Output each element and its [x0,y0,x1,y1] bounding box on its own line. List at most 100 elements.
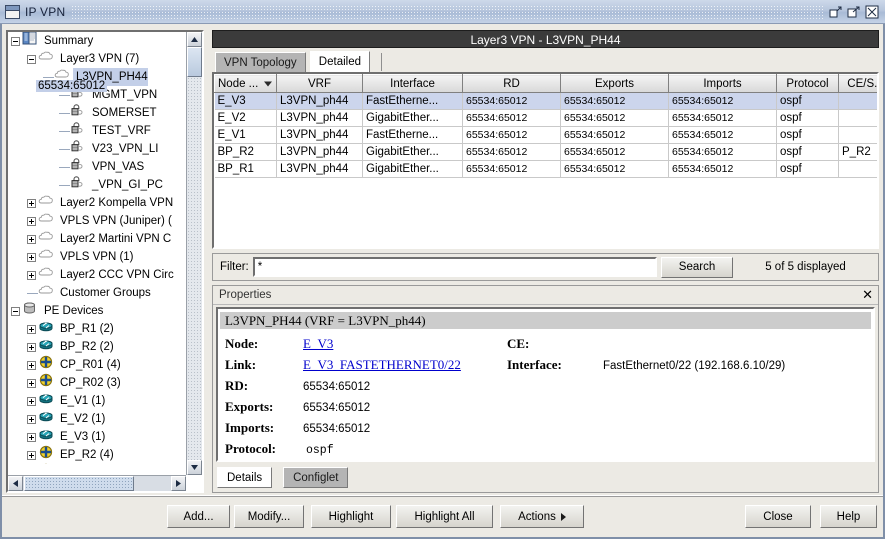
close-button[interactable]: Close [745,505,811,528]
tree-item[interactable]: BP_R2 (2) [8,338,186,356]
tree-expand-icon[interactable] [27,397,36,406]
tree-expand-icon[interactable] [27,379,36,388]
window-controls [829,5,879,19]
tree-item-label: CP_R01 (4) [57,356,121,374]
tree-expand-icon[interactable] [27,343,36,352]
table-cell: 65534:65012 [561,144,669,161]
tree-expand-icon[interactable] [27,415,36,424]
button-label: Highlight [329,511,374,523]
tab-detailed[interactable]: Detailed [310,51,370,72]
tree-scroll-down-button[interactable] [187,460,202,475]
actions-button[interactable]: Actions [500,505,584,528]
tree-vertical-scrollbar[interactable] [186,32,202,475]
column-header[interactable]: Imports [669,75,777,93]
add-button[interactable]: Add... [167,505,230,528]
tree-hscroll-thumb[interactable] [24,476,134,491]
restore-button[interactable] [829,5,843,19]
detail-panel: Layer3 VPN - L3VPN_PH44 VPN TopologyDeta… [212,30,879,493]
close-icon[interactable] [865,5,879,19]
tree-scroll-up-button[interactable] [187,32,202,47]
tree-item[interactable]: E_V3 (1) [8,428,186,446]
table-row[interactable]: BP_R1L3VPN_ph44GigabitEther...65534:6501… [215,161,880,178]
tree-item[interactable]: E_V2 (1) [8,410,186,428]
column-header[interactable]: VRF [277,75,363,93]
router-icon [38,409,54,429]
tree-expand-icon[interactable] [27,199,36,208]
tree-expand-icon[interactable] [27,325,36,334]
tree-item[interactable]: Layer2 Martini VPN C [8,230,186,248]
tree-item[interactable]: TEST_VRF [8,122,186,140]
table-row[interactable]: E_V2L3VPN_ph44GigabitEther...65534:65012… [215,110,880,127]
table-cell: FastEtherne... [363,127,463,144]
tree-scroll-track[interactable] [187,47,202,460]
tab-vpn-topology[interactable]: VPN Topology [215,52,306,72]
search-button[interactable]: Search [661,257,733,278]
properties-tab-details[interactable]: Details [217,467,272,488]
tree-expand-icon[interactable] [27,253,36,262]
tree-item[interactable]: Layer2 CCC VPN Circ [8,266,186,284]
tree-horizontal-scrollbar[interactable] [8,475,186,491]
tree-item[interactable]: SOMERSET [8,104,186,122]
vpn-table-body[interactable]: E_V3L3VPN_ph44FastEtherne...65534:650126… [215,93,880,178]
properties-close-icon[interactable]: ✕ [862,287,873,303]
column-header[interactable]: Protocol [777,75,839,93]
column-header[interactable]: Node ... [215,75,277,93]
tree-item[interactable]: Layer3 VPN (7) [8,50,186,68]
column-header-label: CE/S... [847,78,879,90]
tree-collapse-icon[interactable] [11,37,20,46]
tree-expand-icon[interactable] [27,451,36,460]
filter-input[interactable] [253,257,657,277]
column-header[interactable]: Exports [561,75,669,93]
tree-collapse-icon[interactable] [27,55,36,64]
tree-scroll-thumb[interactable] [187,47,202,77]
tree-item[interactable]: CP_R02 (3) [8,374,186,392]
highlight-button[interactable]: Highlight [311,505,391,528]
column-header[interactable]: CE/S... [839,75,880,93]
tree-expand-icon[interactable] [27,217,36,226]
help-button[interactable]: Help [820,505,877,528]
tree-item[interactable]: CP_R01 (4) [8,356,186,374]
node-value-link[interactable]: E_V3 [303,333,333,354]
table-cell: 65534:65012 [463,110,561,127]
tree-item[interactable]: VPN_VAS [8,158,186,176]
table-cell: BP_R2 [215,144,277,161]
ip-vpn-window: IP VPN [0,0,885,539]
tree-expand-icon[interactable] [27,235,36,244]
modify-button[interactable]: Modify... [234,505,304,528]
node-label: Node: [225,333,303,354]
tree-item[interactable]: Customer Groups [8,284,186,302]
highlight-all-button[interactable]: Highlight All [396,505,493,528]
column-header[interactable]: Interface [363,75,463,93]
table-row[interactable]: E_V1L3VPN_ph44FastEtherne...65534:650126… [215,127,880,144]
sort-descending-icon [264,81,272,86]
tree-connector [59,158,70,176]
properties-tab-configlet[interactable]: Configlet [283,467,348,488]
vpn-table[interactable]: Node ...VRFInterfaceRDExportsImportsProt… [214,74,879,178]
tree-item[interactable]: VPLS VPN (1) [8,248,186,266]
navigation-tree[interactable]: SummaryLayer3 VPN (7)L3VPN_PH44MGMT_VPNS… [8,32,186,464]
tree-expand-icon[interactable] [27,361,36,370]
tree-scroll-right-button[interactable] [171,476,186,491]
tree-item[interactable]: BP_R1 (2) [8,320,186,338]
tree-item[interactable]: Layer2 Kompella VPN [8,194,186,212]
cloud-icon [38,265,54,285]
tree-connector [59,140,70,158]
cloud-icon [38,229,54,249]
tree-item[interactable]: PE Devices [8,302,186,320]
tree-expand-icon[interactable] [27,433,36,442]
tree-item[interactable]: _VPN_GI_PC [8,176,186,194]
tree-item[interactable]: E_V1 (1) [8,392,186,410]
maximize-button[interactable] [847,5,861,19]
tree-item[interactable]: VPLS VPN (Juniper) ( [8,212,186,230]
tree-item[interactable]: V23_VPN_LI [8,140,186,158]
table-row[interactable]: E_V3L3VPN_ph44FastEtherne...65534:650126… [215,93,880,110]
link-value-link[interactable]: E_V3_FASTETHERNET0/22 [303,354,461,375]
column-header[interactable]: RD [463,75,561,93]
tree-scroll-left-button[interactable] [8,476,23,491]
tree-expand-icon[interactable] [27,271,36,280]
table-row[interactable]: BP_R2L3VPN_ph44GigabitEther...65534:6501… [215,144,880,161]
tree-item[interactable]: EP_R2 (4) [8,446,186,464]
properties-header: Properties ✕ [213,286,878,305]
tree-collapse-icon[interactable] [11,307,20,316]
tree-item[interactable]: Summary [8,32,186,50]
